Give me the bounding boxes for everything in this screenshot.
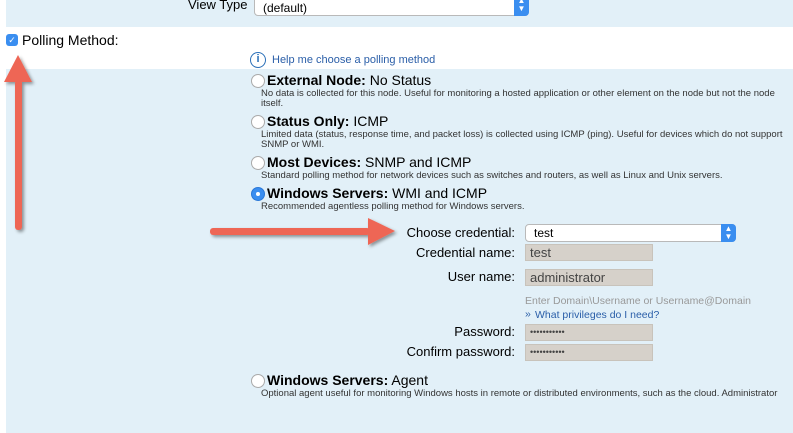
up-arrow-icon xyxy=(4,55,32,230)
right-arrow-icon xyxy=(210,218,395,245)
annotation-arrows xyxy=(4,55,395,245)
